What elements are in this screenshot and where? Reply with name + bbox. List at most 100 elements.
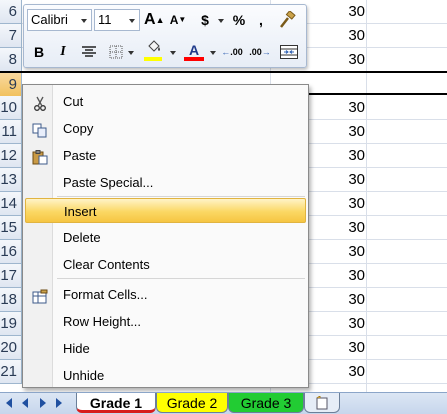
menu-item-paste-special[interactable]: Paste Special... [25, 170, 306, 195]
tab-grade-2[interactable]: Grade 2 [156, 393, 228, 413]
tab-label: Grade 3 [240, 395, 292, 411]
percent-button[interactable]: % [228, 9, 250, 31]
menu-separator [57, 278, 305, 279]
row-header[interactable]: 14 [0, 192, 22, 216]
increase-decimal-button[interactable]: ←.00 [220, 41, 244, 63]
menu-item-label: Row Height... [63, 314, 142, 329]
tab-label: Grade 2 [166, 395, 218, 411]
tab-grade-1[interactable]: Grade 1 [76, 393, 156, 413]
row-header[interactable]: 8 [0, 48, 22, 72]
first-sheet-icon[interactable] [6, 398, 12, 408]
row-header[interactable]: 18 [0, 288, 22, 312]
row-header[interactable]: 9 [0, 73, 22, 97]
chevron-down-icon[interactable] [129, 19, 135, 23]
menu-item-unhide[interactable]: Unhide [25, 363, 306, 388]
row-header[interactable]: 20 [0, 336, 22, 360]
comma-label: , [259, 12, 263, 28]
fill-color-button[interactable] [142, 39, 166, 61]
borders-button[interactable] [106, 41, 126, 63]
italic-label: I [60, 44, 66, 59]
arrow-left-icon: ← [221, 47, 231, 57]
font-size-value: 11 [98, 12, 112, 27]
menu-item-label: Paste [63, 148, 97, 163]
font-color-button[interactable]: A [182, 39, 206, 61]
shrink-font-button[interactable]: A▼ [168, 9, 188, 31]
row-header[interactable]: 19 [0, 312, 22, 336]
row-header[interactable]: 21 [0, 360, 22, 384]
prev-sheet-icon[interactable] [22, 398, 28, 408]
comma-style-button[interactable]: , [252, 9, 270, 31]
font-name-box[interactable]: Calibri [27, 9, 92, 31]
menu-item-label: Paste Special... [63, 175, 154, 190]
menu-item-paste[interactable]: Paste [25, 143, 306, 168]
context-menu: Cut Copy Paste Paste Special... Insert D… [22, 84, 309, 388]
percent-label: % [232, 12, 246, 28]
format-painter-button[interactable] [276, 9, 298, 31]
grow-font-caret-icon: ▲ [155, 15, 165, 25]
menu-item-hide[interactable]: Hide [25, 336, 306, 361]
menu-item-clear-contents[interactable]: Clear Contents [25, 252, 306, 277]
next-sheet-icon[interactable] [40, 398, 46, 408]
increase-decimal-label: .00 [230, 47, 243, 57]
paste-icon [32, 148, 48, 165]
menu-item-copy[interactable]: Copy [25, 116, 306, 141]
font-color-swatch [184, 57, 204, 61]
currency-button[interactable]: $ [194, 9, 216, 31]
menu-item-label: Format Cells... [63, 287, 148, 302]
menu-item-cut[interactable]: Cut [25, 89, 306, 114]
row-header[interactable]: 7 [0, 24, 22, 48]
sheet-tab-bar: Grade 1 Grade 2 Grade 3 [0, 392, 447, 414]
menu-item-format-cells[interactable]: Format Cells... [25, 282, 306, 307]
menu-item-label: Unhide [63, 368, 105, 383]
insert-sheet-button[interactable] [304, 393, 340, 413]
shrink-font-caret-icon: ▼ [178, 15, 187, 24]
menu-item-label: Copy [63, 121, 94, 136]
fill-bucket-icon [148, 40, 160, 52]
chevron-down-icon[interactable] [81, 19, 87, 23]
bold-label: B [33, 44, 45, 60]
menu-item-label: Clear Contents [63, 257, 150, 272]
bold-button[interactable]: B [28, 41, 50, 63]
grow-font-label: A [144, 11, 156, 28]
decrease-decimal-button[interactable]: .00→ [248, 41, 272, 63]
menu-item-insert[interactable]: Insert [25, 198, 306, 223]
row-header[interactable]: 16 [0, 240, 22, 264]
menu-item-label: Insert [64, 204, 97, 219]
row-header[interactable]: 11 [0, 120, 22, 144]
row-header[interactable]: 6 [0, 0, 22, 24]
insert-sheet-icon [316, 395, 328, 410]
copy-icon [32, 121, 48, 138]
fill-color-swatch [144, 57, 162, 61]
row-header[interactable]: 10 [0, 96, 22, 120]
borders-icon [109, 45, 123, 59]
last-sheet-icon[interactable] [56, 398, 62, 408]
italic-button[interactable]: I [52, 41, 74, 63]
menu-separator [57, 196, 305, 197]
font-color-label: A [188, 42, 200, 58]
center-align-icon [82, 46, 96, 57]
mini-toolbar: Calibri 11 A▲ A▼ $ % , B I A ←.00 .00→ [23, 4, 307, 68]
tab-label: Grade 1 [89, 395, 143, 411]
center-align-button[interactable] [78, 41, 100, 63]
tab-grade-3[interactable]: Grade 3 [228, 393, 304, 413]
merge-center-icon [280, 45, 298, 59]
chevron-down-icon[interactable] [218, 19, 224, 23]
menu-item-label: Cut [63, 94, 84, 109]
font-size-box[interactable]: 11 [94, 9, 140, 31]
decrease-decimal-label: .00 [249, 47, 262, 57]
menu-item-label: Delete [63, 230, 101, 245]
row-header[interactable]: 12 [0, 144, 22, 168]
font-name-value: Calibri [31, 12, 68, 27]
grow-font-button[interactable]: A▲ [144, 9, 164, 31]
row-header[interactable]: 15 [0, 216, 22, 240]
menu-item-row-height[interactable]: Row Height... [25, 309, 306, 334]
menu-item-delete[interactable]: Delete [25, 225, 306, 250]
currency-label: $ [201, 12, 209, 28]
chevron-down-icon[interactable] [170, 51, 176, 55]
merge-center-button[interactable] [278, 41, 300, 63]
chevron-down-icon[interactable] [128, 51, 134, 55]
chevron-down-icon[interactable] [210, 51, 216, 55]
row-header[interactable]: 17 [0, 264, 22, 288]
format-cells-icon [32, 287, 48, 304]
row-header[interactable]: 13 [0, 168, 22, 192]
